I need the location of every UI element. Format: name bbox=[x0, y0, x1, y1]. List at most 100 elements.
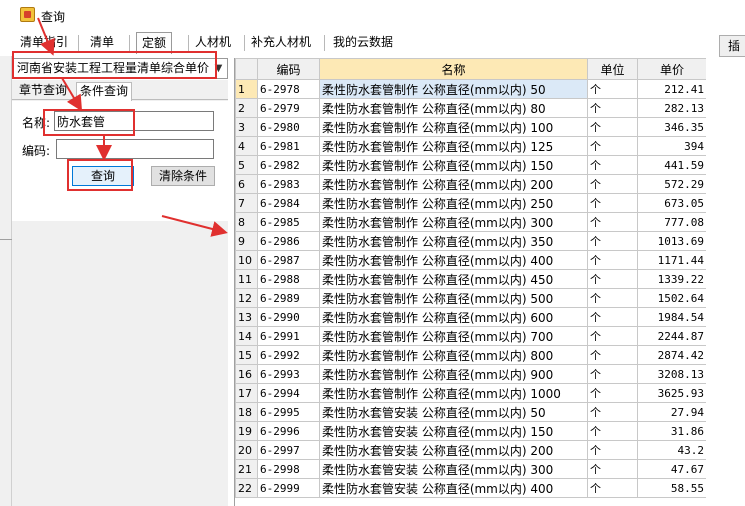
tab-cloud-data[interactable]: 我的云数据 bbox=[328, 32, 398, 54]
cell-code[interactable]: 6-2984 bbox=[257, 193, 320, 213]
cell-name[interactable]: 柔性防水套管制作 公称直径(mm以内) 700 bbox=[319, 326, 588, 346]
table-row[interactable]: 14 6-2991 柔性防水套管制作 公称直径(mm以内) 700 个 2244.87 bbox=[235, 326, 706, 346]
cell-price[interactable]: 212.41 bbox=[637, 79, 706, 99]
cell-unit[interactable]: 个 bbox=[587, 478, 638, 498]
cell-price[interactable]: 282.13 bbox=[637, 98, 706, 118]
row-index[interactable]: 20 bbox=[235, 440, 258, 460]
cell-code[interactable]: 6-2994 bbox=[257, 383, 320, 403]
table-row[interactable]: 1 6-2978 柔性防水套管制作 公称直径(mm以内) 50 个 212.41 bbox=[235, 79, 706, 99]
row-index[interactable]: 3 bbox=[235, 117, 258, 137]
cell-unit[interactable]: 个 bbox=[587, 155, 638, 175]
cell-code[interactable]: 6-2992 bbox=[257, 345, 320, 365]
table-row[interactable]: 4 6-2981 柔性防水套管制作 公称直径(mm以内) 125 个 394 bbox=[235, 136, 706, 156]
row-index[interactable]: 2 bbox=[235, 98, 258, 118]
cell-price[interactable]: 673.05 bbox=[637, 193, 706, 213]
column-header-name[interactable]: 名称 bbox=[319, 58, 588, 80]
cell-code[interactable]: 6-2978 bbox=[257, 79, 320, 99]
cell-name[interactable]: 柔性防水套管制作 公称直径(mm以内) 80 bbox=[319, 98, 588, 118]
cell-price[interactable]: 394 bbox=[637, 136, 706, 156]
cell-name[interactable]: 柔性防水套管制作 公称直径(mm以内) 200 bbox=[319, 174, 588, 194]
tab-chapter-query[interactable]: 章节查询 bbox=[16, 82, 70, 100]
cell-code[interactable]: 6-2988 bbox=[257, 269, 320, 289]
row-index[interactable]: 11 bbox=[235, 269, 258, 289]
tab-list[interactable]: 清单 bbox=[85, 32, 119, 54]
cell-code[interactable]: 6-2980 bbox=[257, 117, 320, 137]
cell-price[interactable]: 1171.44 bbox=[637, 250, 706, 270]
column-header-unit[interactable]: 单位 bbox=[587, 58, 638, 80]
row-index[interactable]: 10 bbox=[235, 250, 258, 270]
library-dropdown[interactable]: 河南省安装工程工程量清单综合单价 ▼ bbox=[12, 58, 228, 79]
row-index[interactable]: 4 bbox=[235, 136, 258, 156]
cell-price[interactable]: 441.59 bbox=[637, 155, 706, 175]
cell-name[interactable]: 柔性防水套管安装 公称直径(mm以内) 200 bbox=[319, 440, 588, 460]
cell-name[interactable]: 柔性防水套管安装 公称直径(mm以内) 300 bbox=[319, 459, 588, 479]
cell-name[interactable]: 柔性防水套管制作 公称直径(mm以内) 600 bbox=[319, 307, 588, 327]
cell-name[interactable]: 柔性防水套管制作 公称直径(mm以内) 1000 bbox=[319, 383, 588, 403]
cell-unit[interactable]: 个 bbox=[587, 174, 638, 194]
cell-unit[interactable]: 个 bbox=[587, 402, 638, 422]
cell-unit[interactable]: 个 bbox=[587, 364, 638, 384]
cell-code[interactable]: 6-2993 bbox=[257, 364, 320, 384]
cell-unit[interactable]: 个 bbox=[587, 250, 638, 270]
cell-name[interactable]: 柔性防水套管制作 公称直径(mm以内) 150 bbox=[319, 155, 588, 175]
cell-code[interactable]: 6-2991 bbox=[257, 326, 320, 346]
cell-price[interactable]: 2244.87 bbox=[637, 326, 706, 346]
cell-unit[interactable]: 个 bbox=[587, 79, 638, 99]
cell-name[interactable]: 柔性防水套管制作 公称直径(mm以内) 450 bbox=[319, 269, 588, 289]
cell-name[interactable]: 柔性防水套管制作 公称直径(mm以内) 350 bbox=[319, 231, 588, 251]
cell-name[interactable]: 柔性防水套管制作 公称直径(mm以内) 50 bbox=[319, 79, 588, 99]
name-input[interactable] bbox=[54, 111, 214, 131]
cell-price[interactable]: 346.35 bbox=[637, 117, 706, 137]
row-index[interactable]: 1 bbox=[235, 79, 258, 99]
cell-price[interactable]: 31.86 bbox=[637, 421, 706, 441]
cell-price[interactable]: 43.2 bbox=[637, 440, 706, 460]
cell-unit[interactable]: 个 bbox=[587, 345, 638, 365]
cell-price[interactable]: 47.67 bbox=[637, 459, 706, 479]
table-row[interactable]: 21 6-2998 柔性防水套管安装 公称直径(mm以内) 300 个 47.67 bbox=[235, 459, 706, 479]
cell-code[interactable]: 6-2990 bbox=[257, 307, 320, 327]
cell-name[interactable]: 柔性防水套管制作 公称直径(mm以内) 500 bbox=[319, 288, 588, 308]
chevron-down-icon[interactable]: ▼ bbox=[212, 59, 225, 78]
cell-name[interactable]: 柔性防水套管制作 公称直径(mm以内) 400 bbox=[319, 250, 588, 270]
tab-supplementary[interactable]: 补充人材机 bbox=[246, 32, 316, 54]
table-row[interactable]: 18 6-2995 柔性防水套管安装 公称直径(mm以内) 50 个 27.94 bbox=[235, 402, 706, 422]
cell-code[interactable]: 6-2987 bbox=[257, 250, 320, 270]
cell-name[interactable]: 柔性防水套管制作 公称直径(mm以内) 800 bbox=[319, 345, 588, 365]
cell-unit[interactable]: 个 bbox=[587, 231, 638, 251]
cell-price[interactable]: 58.55 bbox=[637, 478, 706, 498]
cell-unit[interactable]: 个 bbox=[587, 307, 638, 327]
row-index[interactable]: 12 bbox=[235, 288, 258, 308]
cell-price[interactable]: 1984.54 bbox=[637, 307, 706, 327]
table-row[interactable]: 6 6-2983 柔性防水套管制作 公称直径(mm以内) 200 个 572.29 bbox=[235, 174, 706, 194]
cell-code[interactable]: 6-2981 bbox=[257, 136, 320, 156]
row-index[interactable]: 9 bbox=[235, 231, 258, 251]
cell-unit[interactable]: 个 bbox=[587, 459, 638, 479]
table-row[interactable]: 11 6-2988 柔性防水套管制作 公称直径(mm以内) 450 个 1339.22 bbox=[235, 269, 706, 289]
table-row[interactable]: 10 6-2987 柔性防水套管制作 公称直径(mm以内) 400 个 1171.44 bbox=[235, 250, 706, 270]
cell-name[interactable]: 柔性防水套管制作 公称直径(mm以内) 100 bbox=[319, 117, 588, 137]
table-row[interactable]: 9 6-2986 柔性防水套管制作 公称直径(mm以内) 350 个 1013.69 bbox=[235, 231, 706, 251]
row-index[interactable]: 14 bbox=[235, 326, 258, 346]
tab-labor-material-machine[interactable]: 人材机 bbox=[190, 32, 236, 54]
cell-unit[interactable]: 个 bbox=[587, 288, 638, 308]
row-index[interactable]: 16 bbox=[235, 364, 258, 384]
row-index[interactable]: 7 bbox=[235, 193, 258, 213]
cell-price[interactable]: 2874.42 bbox=[637, 345, 706, 365]
table-row[interactable]: 8 6-2985 柔性防水套管制作 公称直径(mm以内) 300 个 777.08 bbox=[235, 212, 706, 232]
cell-code[interactable]: 6-2986 bbox=[257, 231, 320, 251]
table-row[interactable]: 22 6-2999 柔性防水套管安装 公称直径(mm以内) 400 个 58.55 bbox=[235, 478, 706, 498]
cell-name[interactable]: 柔性防水套管制作 公称直径(mm以内) 250 bbox=[319, 193, 588, 213]
table-row[interactable]: 13 6-2990 柔性防水套管制作 公称直径(mm以内) 600 个 1984.54 bbox=[235, 307, 706, 327]
table-row[interactable]: 16 6-2993 柔性防水套管制作 公称直径(mm以内) 900 个 3208.13 bbox=[235, 364, 706, 384]
table-row[interactable]: 17 6-2994 柔性防水套管制作 公称直径(mm以内) 1000 个 3625.93 bbox=[235, 383, 706, 403]
cell-price[interactable]: 1339.22 bbox=[637, 269, 706, 289]
cell-code[interactable]: 6-2995 bbox=[257, 402, 320, 422]
tab-quota[interactable]: 定额 bbox=[136, 32, 173, 54]
cell-unit[interactable]: 个 bbox=[587, 440, 638, 460]
cell-unit[interactable]: 个 bbox=[587, 269, 638, 289]
cell-price[interactable]: 572.29 bbox=[637, 174, 706, 194]
cell-price[interactable]: 27.94 bbox=[637, 402, 706, 422]
row-index[interactable]: 17 bbox=[235, 383, 258, 403]
code-input[interactable] bbox=[56, 139, 214, 159]
cell-name[interactable]: 柔性防水套管安装 公称直径(mm以内) 50 bbox=[319, 402, 588, 422]
